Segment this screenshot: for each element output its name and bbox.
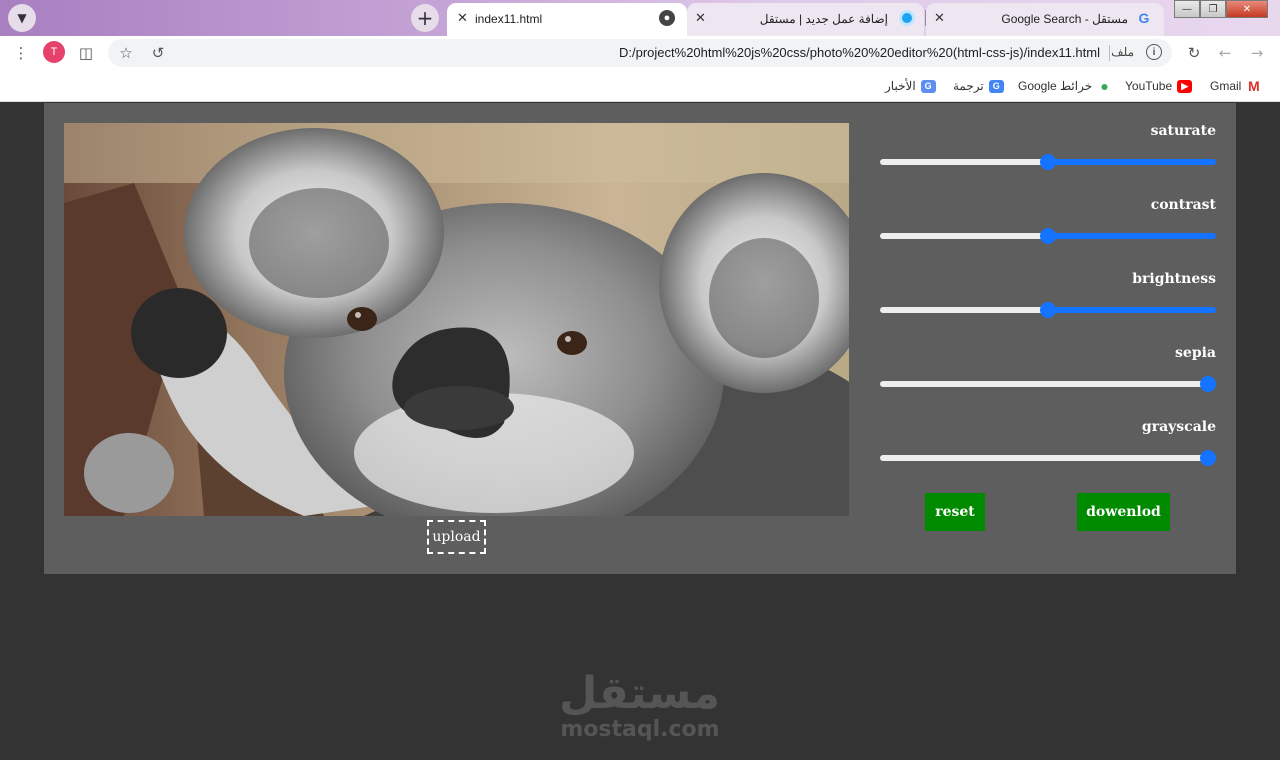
share-icon[interactable]: ↺: [148, 43, 168, 63]
slider-fill: [1048, 307, 1216, 313]
plus-icon: +: [416, 6, 434, 30]
google-favicon-icon: G: [1138, 10, 1150, 26]
brightness-slider[interactable]: [880, 302, 1216, 318]
close-tab-icon[interactable]: ✕: [695, 10, 706, 26]
url-scheme-label: ملف: [1111, 45, 1134, 59]
preview-image: [64, 123, 849, 516]
maps-icon: ●: [1100, 78, 1109, 94]
bookmarks-bar: Gmail M YouTube ▶ ● خرائط Google G ترجمة…: [0, 70, 1280, 102]
watermark-latin: mostaql.com: [560, 717, 720, 742]
window-controls: — ❐ ✕: [1174, 0, 1268, 18]
slider-fill: [1048, 233, 1216, 239]
saturate-slider[interactable]: [880, 154, 1216, 170]
reload-icon[interactable]: ↻: [1184, 43, 1204, 63]
translate-icon: G: [988, 79, 1004, 93]
menu-dots-icon[interactable]: ⋮: [11, 43, 31, 63]
contrast-slider[interactable]: [880, 228, 1216, 244]
bookmark-label: ترجمة: [953, 79, 984, 93]
slider-thumb[interactable]: [1040, 228, 1056, 244]
tab-title: مستقل - Google Search: [1001, 12, 1128, 26]
globe-icon: ●: [659, 10, 675, 26]
chevron-down-icon: ▼: [17, 11, 27, 25]
slider-track: [880, 233, 1048, 239]
youtube-icon: ▶: [1177, 79, 1193, 93]
download-button[interactable]: dowenlod: [1077, 493, 1170, 531]
filter-label: brightness: [1132, 271, 1216, 287]
bookmark-label: Gmail: [1210, 79, 1242, 93]
mostaql-favicon-icon: [899, 10, 915, 26]
tab-search-button[interactable]: ▼: [8, 4, 36, 32]
bookmark-youtube[interactable]: YouTube ▶: [1125, 77, 1193, 95]
close-tab-icon[interactable]: ✕: [934, 10, 945, 26]
url-separator: [1109, 45, 1110, 61]
slider-thumb[interactable]: [1040, 302, 1056, 318]
filter-label: grayscale: [1141, 419, 1216, 435]
filter-label: contrast: [1150, 197, 1216, 213]
filter-label: sepia: [1175, 345, 1216, 361]
gmail-icon: M: [1248, 78, 1260, 94]
slider-track: [880, 381, 1208, 387]
filter-label: saturate: [1150, 123, 1216, 139]
address-bar[interactable]: ☆ ↺ D:/project%20html%20js%20css/photo%2…: [108, 39, 1172, 67]
upload-button[interactable]: upload: [427, 520, 486, 554]
bookmark-gmail[interactable]: Gmail M: [1210, 77, 1261, 95]
bookmark-maps[interactable]: ● خرائط Google: [1018, 77, 1112, 95]
watermark-arabic: مستقل: [559, 668, 720, 719]
bookmark-label: YouTube: [1125, 79, 1173, 93]
minimize-icon[interactable]: —: [1174, 0, 1200, 18]
mostaql-watermark: مستقل mostaql.com: [559, 668, 720, 742]
window-close-icon[interactable]: ✕: [1226, 0, 1268, 18]
forward-arrow-icon[interactable]: →: [1247, 43, 1267, 63]
slider-thumb[interactable]: [1040, 154, 1056, 170]
slider-track: [880, 455, 1208, 461]
koala-image: [64, 123, 849, 516]
bookmark-news[interactable]: G الأخبار: [885, 77, 936, 95]
restore-icon[interactable]: ❐: [1200, 0, 1226, 18]
bookmark-translate[interactable]: G ترجمة: [953, 77, 1004, 95]
profile-avatar[interactable]: T: [43, 41, 65, 63]
sepia-slider[interactable]: [880, 376, 1216, 392]
news-icon: G: [920, 79, 936, 93]
bookmark-label: الأخبار: [885, 79, 916, 93]
tab-title: index11.html: [475, 12, 543, 26]
tab-title: إضافة عمل جديد | مستقل: [759, 12, 888, 26]
back-arrow-icon[interactable]: ←: [1215, 43, 1235, 63]
grayscale-slider[interactable]: [880, 450, 1216, 466]
bookmark-star-icon[interactable]: ☆: [116, 43, 136, 63]
slider-track: [880, 159, 1048, 165]
tab-mostaql-new-work[interactable]: ✕ إضافة عمل جديد | مستقل: [687, 3, 924, 36]
slider-thumb[interactable]: [1200, 376, 1216, 392]
slider-fill: [1048, 159, 1216, 165]
slider-track: [880, 307, 1048, 313]
tab-strip: ▼ + ✕ index11.html ● ✕ إضافة عمل جديد | …: [0, 0, 1280, 36]
url-text[interactable]: D:/project%20html%20js%20css/photo%20%20…: [619, 45, 1100, 60]
editor-panel: upload saturate contrast brightness sepi…: [44, 103, 1236, 574]
slider-thumb[interactable]: [1200, 450, 1216, 466]
site-info-icon[interactable]: i: [1146, 44, 1162, 60]
tab-google-search[interactable]: ✕ مستقل - Google Search G: [926, 3, 1164, 36]
side-panel-icon[interactable]: ◫: [76, 43, 96, 63]
tab-index11[interactable]: ✕ index11.html ●: [447, 3, 687, 36]
new-tab-button[interactable]: +: [411, 4, 439, 32]
browser-toolbar: ⋮ T ◫ ☆ ↺ D:/project%20html%20js%20css/p…: [0, 36, 1280, 70]
bookmark-label: خرائط Google: [1018, 79, 1093, 93]
reset-button[interactable]: reset: [925, 493, 985, 531]
close-tab-icon[interactable]: ✕: [457, 10, 468, 26]
